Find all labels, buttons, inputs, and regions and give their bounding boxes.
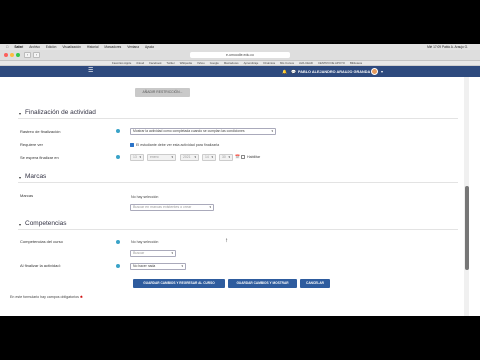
cancel-button[interactable]: CANCELAR [300,279,330,288]
chevron-down-icon[interactable]: ▾ [19,175,21,180]
tags-placeholder: Buscar en marcas existentes o crear [133,205,192,209]
address-bar[interactable]: e-umoodle.edu.co [190,52,290,58]
help-icon[interactable] [116,264,120,268]
page-content: AÑADIR RESTRICCIÓN... ▾ Finalización de … [0,77,464,316]
bookmark-item[interactable]: Yahoo [197,61,205,65]
on-completion-label: Al finalizar la actividad: [20,263,61,268]
bookmark-item[interactable]: Biblioteca [350,61,362,65]
hour-select[interactable]: 14 ▾ [202,154,216,161]
expected-label: Se espera finalizar en [20,155,59,160]
competencies-no-selection: No hay selección [131,240,159,244]
require-view-label: Requiere ver [20,142,43,147]
divider [18,229,458,230]
chevron-down-icon: ▾ [209,205,211,209]
chevron-down-icon: ▾ [171,251,173,255]
competencies-search-input[interactable]: Buscar ▾ [130,250,176,257]
chevron-down-icon: ▾ [181,264,183,268]
minimize-window-icon[interactable] [10,53,14,57]
bookmark-item[interactable]: CENTRO DE APOYO [318,61,345,65]
tracking-select-value: Mostrar la actividad como completada cua… [133,129,245,133]
on-completion-select[interactable]: No hacer nada ▾ [130,263,186,270]
month-select[interactable]: enero ▾ [147,154,176,161]
save-and-display-button[interactable]: GUARDAR CAMBIOS Y MOSTRAR [228,279,297,288]
menu-item-ayuda[interactable]: Ayuda [145,45,154,49]
divider [18,182,458,183]
required-note-text: En este formulario hay campos obligatori… [10,295,79,299]
day-select[interactable]: 13 ▾ [130,154,144,161]
site-navbar: ☰ 🔔 💬 PABLO ALEJANDRO ARAUJO GRANDA ▾ [0,66,480,77]
chevron-down-icon[interactable]: ▾ [381,69,383,74]
menu-item-safari[interactable]: Safari [14,45,23,49]
month-value: enero [150,155,159,159]
minute-value: 30 [222,155,226,159]
user-name[interactable]: PABLO ALEJANDRO ARAUJO GRANDA [298,70,370,74]
tags-label: Marcas [20,193,34,198]
page-scrollbar-thumb[interactable] [464,186,469,270]
bookmark-item[interactable]: Mis Cursos [280,61,294,65]
section-title-competencies[interactable]: Competencias [25,220,67,227]
messages-icon[interactable]: 💬 [291,69,296,74]
chevron-down-icon: ▾ [271,129,273,133]
require-view-text: El estudiante debe ver esta actividad pa… [136,142,220,147]
bookmark-item[interactable]: Wikipedia [180,61,192,65]
bookmark-item[interactable]: Favoritos Apple [112,61,131,65]
menu-item-historial[interactable]: Historial [87,45,99,49]
bookmark-item[interactable]: Marcadores [224,61,239,65]
bookmark-item[interactable]: Aprendizaje [244,61,259,65]
browser-toolbar: ‹ › e-umoodle.edu.co [0,50,480,61]
day-value: 13 [133,155,137,159]
close-window-icon[interactable] [4,53,8,57]
menu-item-visualizacion[interactable]: Visualización [62,45,81,49]
year-select[interactable]: 2021 ▾ [180,154,199,161]
notification-bell-icon[interactable]: 🔔 [282,69,287,74]
tags-search-input[interactable]: Buscar en marcas existentes o crear ▾ [130,204,214,211]
menu-clock: Mié 17:09 Pablo A. Araujo G. [427,45,468,49]
required-fields-note: En este formulario hay campos obligatori… [10,295,83,299]
section-title-completion[interactable]: Finalización de actividad [25,109,96,116]
maximize-window-icon[interactable] [16,53,20,57]
apple-icon[interactable]:  [6,45,8,49]
forward-icon[interactable]: › [33,52,40,58]
bookmark-item[interactable]: Dinámica [263,61,275,65]
bookmark-item[interactable]: Facebook [149,61,161,65]
on-completion-value: No hacer nada [133,264,156,268]
bookmark-item[interactable]: Google [210,61,219,65]
calendar-icon[interactable]: 📅 [235,154,240,159]
help-icon[interactable] [116,240,120,244]
add-restriction-button[interactable]: AÑADIR RESTRICCIÓN... [135,88,190,97]
hour-value: 14 [205,155,209,159]
year-value: 2021 [183,155,191,159]
course-competencies-label: Competencias del curso [20,239,63,244]
competencies-placeholder: Buscar [133,251,145,255]
avatar[interactable] [371,68,378,75]
hamburger-menu-icon[interactable]: ☰ [88,68,95,74]
menu-item-ventana[interactable]: Ventana [127,45,139,49]
chevron-down-icon[interactable]: ▾ [19,222,21,227]
tracking-label: Rastreo de finalización [20,129,61,134]
tags-no-selection: No hay selección [131,195,159,199]
bookmark-item[interactable]: AVA-CEAD [299,61,313,65]
menu-item-archivo[interactable]: Archivo [29,45,40,49]
enable-date-label: Habilitar [247,155,261,159]
required-icon: ✱ [79,295,83,299]
save-and-return-button[interactable]: GUARDAR CAMBIOS Y REGRESAR AL CURSO [133,279,225,288]
bookmark-item[interactable]: iCloud [136,61,144,65]
require-view-checkbox[interactable] [130,143,134,147]
chevron-down-icon[interactable]: ▾ [19,111,21,116]
back-icon[interactable]: ‹ [24,52,31,58]
minute-select[interactable]: 30 ▾ [219,154,233,161]
bookmark-item[interactable]: Twitter [167,61,175,65]
enable-date-checkbox[interactable] [241,155,245,159]
screen:  Safari Archivo Edición Visualización H… [0,0,480,360]
menu-item-marcadores[interactable]: Marcadores [104,45,121,49]
help-icon[interactable] [116,155,120,159]
section-title-tags[interactable]: Marcas [25,173,46,180]
help-icon[interactable] [116,129,120,133]
menu-item-edicion[interactable]: Edición [46,45,56,49]
tracking-select[interactable]: Mostrar la actividad como completada cua… [130,128,276,135]
divider [18,118,458,119]
mouse-cursor-icon: ↑ [225,238,228,244]
